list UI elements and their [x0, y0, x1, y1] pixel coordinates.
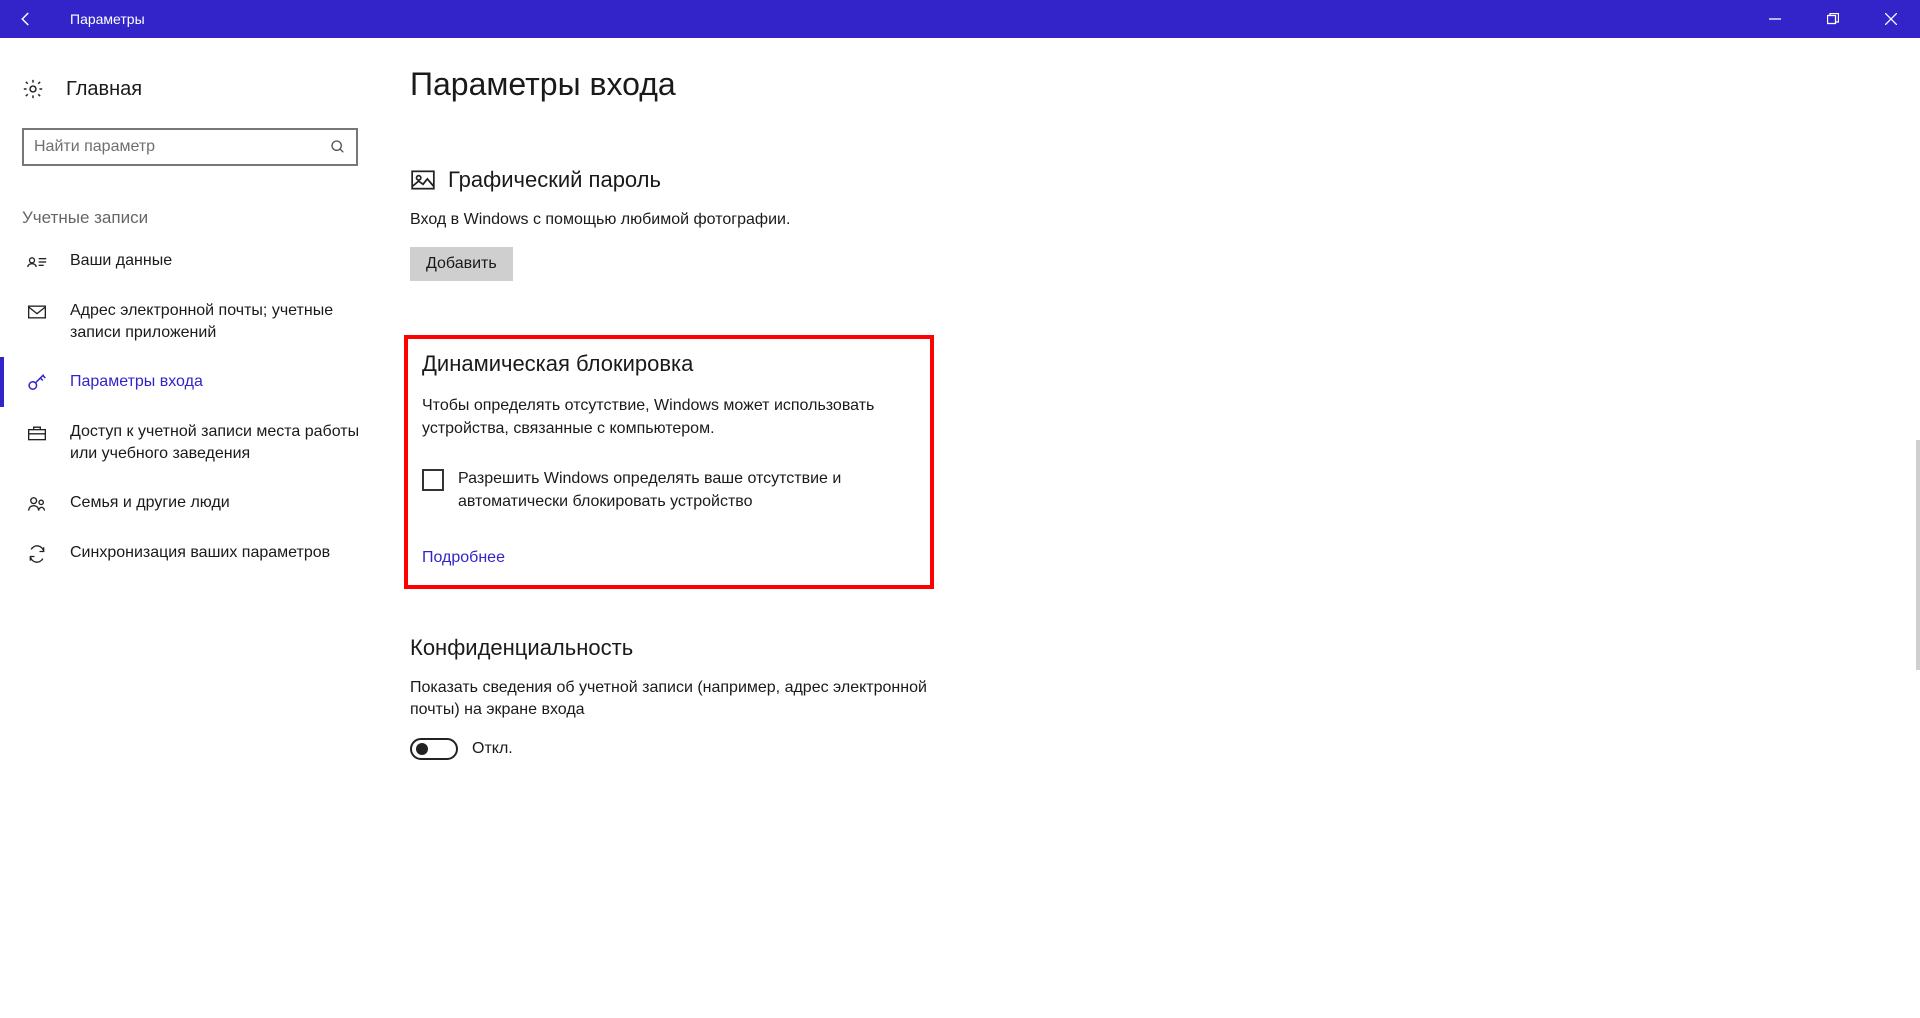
sidebar-item-email-accounts[interactable]: Адрес электронной почты; учетные записи …: [0, 286, 400, 357]
sidebar-item-label: Доступ к учетной записи места работы или…: [70, 421, 380, 464]
key-icon: [26, 371, 48, 393]
sidebar-item-signin-options[interactable]: Параметры входа: [0, 357, 400, 407]
window-title: Параметры: [52, 11, 145, 27]
sidebar-item-sync[interactable]: Синхронизация ваших параметров: [0, 528, 400, 578]
sidebar-item-label: Синхронизация ваших параметров: [70, 542, 330, 564]
close-button[interactable]: [1862, 0, 1920, 38]
picture-password-section: Графический пароль Вход в Windows с помо…: [410, 167, 1880, 281]
main-content: Параметры входа Графический пароль Вход …: [400, 38, 1920, 1018]
maximize-button[interactable]: [1804, 0, 1862, 38]
gear-icon: [22, 78, 44, 100]
sidebar-item-work-school[interactable]: Доступ к учетной записи места работы или…: [0, 407, 400, 478]
sidebar-item-label: Адрес электронной почты; учетные записи …: [70, 300, 380, 343]
dynamic-lock-heading: Динамическая блокировка: [422, 351, 693, 377]
home-label: Главная: [66, 78, 142, 101]
sidebar-item-your-info[interactable]: Ваши данные: [0, 236, 400, 286]
dynamic-lock-checkbox[interactable]: [422, 469, 444, 491]
privacy-heading: Конфиденциальность: [410, 635, 633, 661]
dynamic-lock-more-link[interactable]: Подробнее: [422, 549, 916, 567]
dynamic-lock-checkbox-label: Разрешить Windows определять ваше отсутс…: [458, 468, 898, 513]
search-input[interactable]: Найти параметр: [22, 128, 358, 166]
privacy-desc: Показать сведения об учетной записи (нап…: [410, 677, 970, 722]
briefcase-icon: [26, 421, 48, 443]
minimize-button[interactable]: [1746, 0, 1804, 38]
home-link[interactable]: Главная: [0, 64, 400, 114]
titlebar: Параметры: [0, 0, 1920, 38]
sidebar-item-family[interactable]: Семья и другие люди: [0, 478, 400, 528]
sidebar-item-label: Ваши данные: [70, 250, 172, 272]
scrollbar[interactable]: [1916, 440, 1920, 670]
add-picture-password-button[interactable]: Добавить: [410, 247, 513, 281]
search-placeholder: Найти параметр: [34, 138, 330, 156]
dynamic-lock-desc: Чтобы определять отсутствие, Windows мож…: [422, 395, 916, 440]
dynamic-lock-section: Динамическая блокировка Чтобы определять…: [404, 335, 934, 589]
picture-password-heading: Графический пароль: [448, 167, 661, 193]
people-icon: [26, 492, 48, 514]
sidebar-category: Учетные записи: [0, 166, 400, 236]
mail-icon: [26, 300, 48, 322]
sync-icon: [26, 542, 48, 564]
privacy-toggle[interactable]: [410, 738, 458, 760]
id-card-icon: [26, 250, 48, 272]
sidebar: Главная Найти параметр Учетные записи Ва…: [0, 38, 400, 1018]
privacy-section: Конфиденциальность Показать сведения об …: [410, 635, 1880, 760]
picture-password-desc: Вход в Windows с помощью любимой фотогра…: [410, 209, 970, 231]
privacy-toggle-state: Откл.: [472, 740, 513, 758]
page-title: Параметры входа: [410, 66, 1880, 103]
search-icon: [330, 139, 346, 155]
picture-icon: [410, 167, 436, 193]
sidebar-item-label: Параметры входа: [70, 371, 203, 393]
sidebar-item-label: Семья и другие люди: [70, 492, 230, 514]
back-button[interactable]: [0, 0, 52, 38]
